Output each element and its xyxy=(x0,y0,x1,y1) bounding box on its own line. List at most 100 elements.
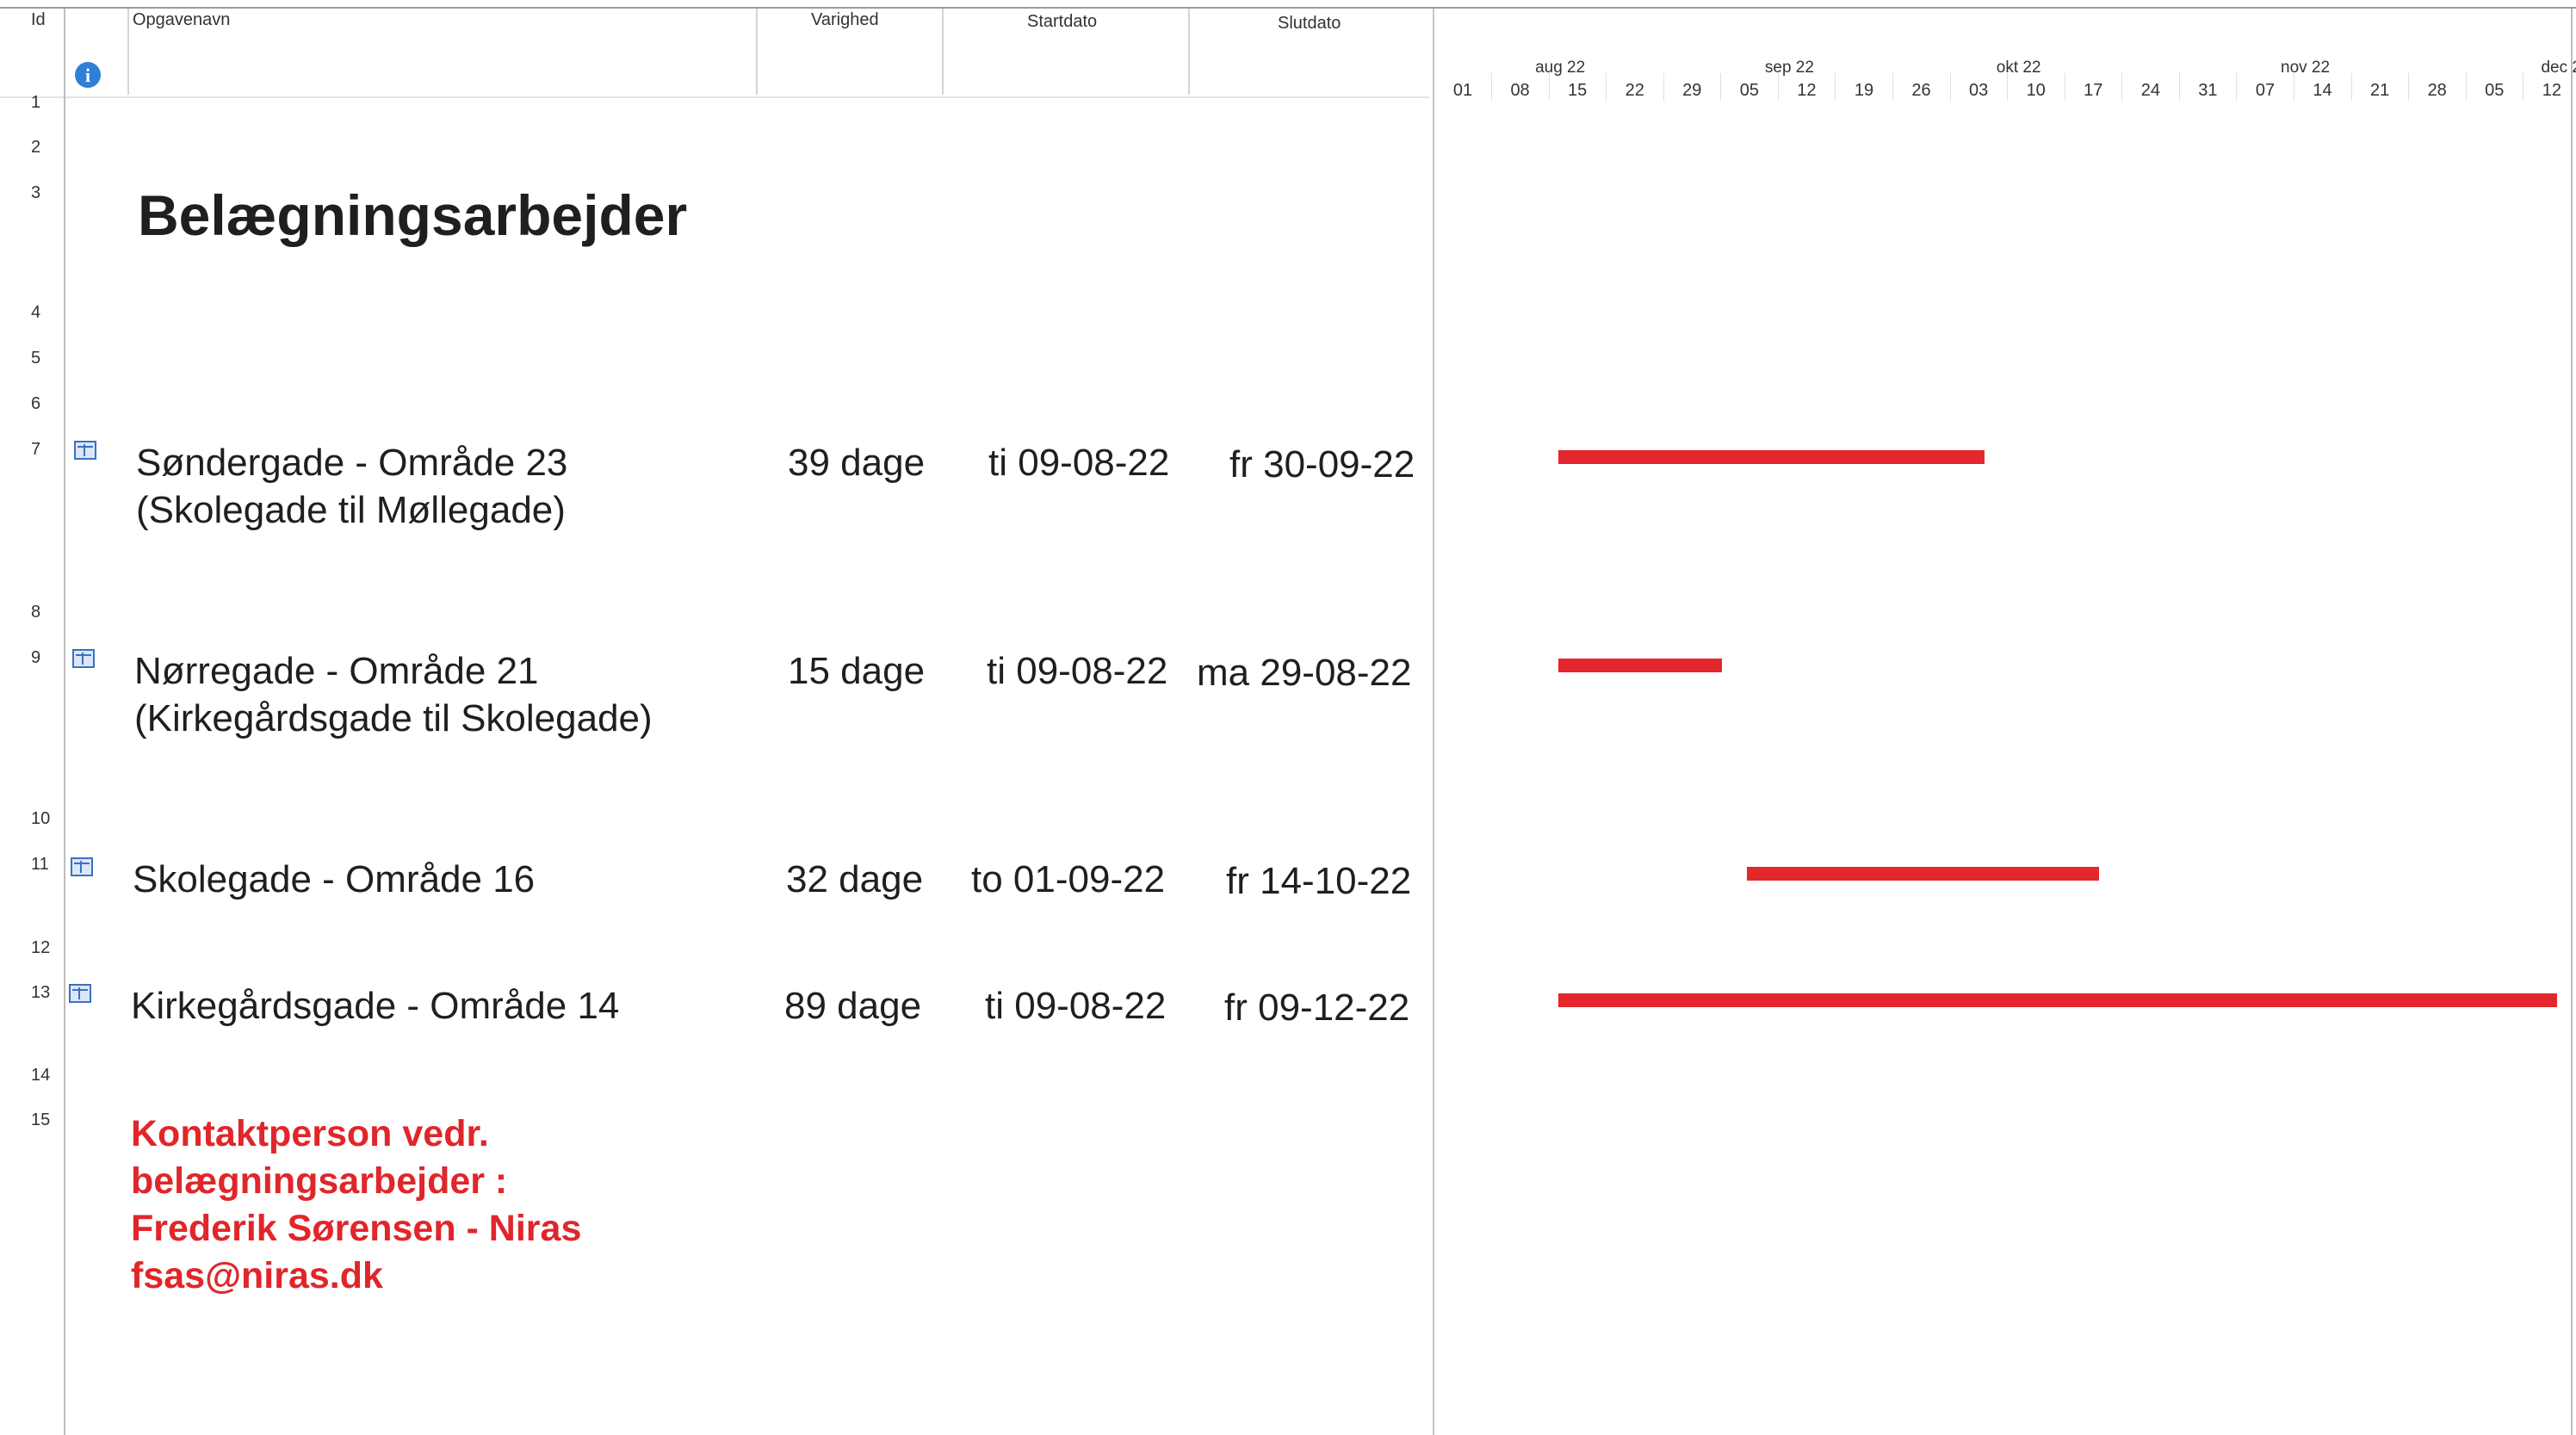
calendar-icon[interactable] xyxy=(74,441,96,460)
timeline-week-label: 12 xyxy=(1797,81,1817,100)
timeline-month-label: okt 22 xyxy=(1996,59,2041,77)
task-duration[interactable]: 32 dage xyxy=(786,858,923,901)
gantt-bar[interactable] xyxy=(1558,450,1985,464)
row-number[interactable]: 1 xyxy=(31,93,40,113)
timeline-tick xyxy=(2236,73,2238,101)
task-name-line1: Nørregade - Område 21 xyxy=(134,650,539,692)
row-number[interactable]: 2 xyxy=(31,138,40,158)
task-start-date[interactable]: ti 09-08-22 xyxy=(987,650,1167,693)
header-task-name[interactable]: Opgavenavn xyxy=(133,10,230,30)
row-number[interactable]: 9 xyxy=(31,648,40,668)
timeline-month-label: nov 22 xyxy=(2281,59,2331,77)
timeline-week-label: 12 xyxy=(2542,81,2561,100)
row-number[interactable]: 14 xyxy=(31,1066,50,1086)
column-divider-duration xyxy=(756,9,758,95)
task-start-date[interactable]: ti 09-08-22 xyxy=(985,985,1166,1028)
row-number[interactable]: 3 xyxy=(31,183,40,203)
calendar-icon[interactable] xyxy=(72,649,95,668)
task-name[interactable]: Skolegade - Område 16 xyxy=(133,856,535,903)
row-number[interactable]: 6 xyxy=(31,394,40,414)
gantt-bar[interactable] xyxy=(1558,659,1723,672)
gantt-bar[interactable] xyxy=(1746,867,2099,881)
column-divider-start xyxy=(942,9,944,95)
timeline-month-label: sep 22 xyxy=(1764,59,1814,77)
timeline-tick xyxy=(1663,73,1664,101)
contact-email[interactable]: fsas@niras.dk xyxy=(131,1253,581,1300)
header-start-date[interactable]: Startdato xyxy=(1027,12,1097,32)
row-number[interactable]: 15 xyxy=(31,1110,50,1130)
task-name-line1: Skolegade - Område 16 xyxy=(133,858,536,900)
timeline-tick xyxy=(1606,73,1607,101)
task-start-date[interactable]: ti 09-08-22 xyxy=(988,442,1169,485)
timeline-month-label: dec 22 xyxy=(2541,59,2576,77)
right-edge xyxy=(2571,9,2573,1435)
task-name-line2: (Skolegade til Møllegade) xyxy=(136,489,566,531)
timeline-week-label: 21 xyxy=(2369,81,2390,100)
timeline-week-label: 05 xyxy=(2485,81,2505,100)
timeline-week-label: 29 xyxy=(1682,81,1702,100)
timeline-tick xyxy=(1949,73,1951,101)
timeline-tick xyxy=(2408,73,2410,101)
timeline-week-label: 08 xyxy=(1510,81,1530,100)
timeline-tick xyxy=(2465,73,2467,101)
row-number[interactable]: 11 xyxy=(31,855,49,875)
timeline-week-label: 03 xyxy=(1969,81,1989,100)
contact-name: Frederik Sørensen - Niras xyxy=(131,1208,582,1249)
timeline-week-label: 22 xyxy=(1625,81,1644,100)
timeline-week-label: 28 xyxy=(2427,81,2447,100)
timeline-month-label: aug 22 xyxy=(1535,59,1586,77)
task-end-date[interactable]: fr 30-09-22 xyxy=(1229,443,1415,486)
page-title: Belægningsarbejder xyxy=(138,183,688,247)
task-end-date[interactable]: fr 14-10-22 xyxy=(1226,860,1411,903)
task-name[interactable]: Søndergade - Område 23 (Skolegade til Mø… xyxy=(136,439,567,534)
task-duration[interactable]: 89 dage xyxy=(784,985,921,1028)
contact-line: Kontaktperson vedr. xyxy=(131,1113,489,1154)
header-duration[interactable]: Varighed xyxy=(811,10,879,30)
info-icon[interactable]: i xyxy=(75,62,101,88)
timeline-week-label: 26 xyxy=(1911,81,1931,100)
task-duration[interactable]: 39 dage xyxy=(788,442,925,485)
timeline-tick xyxy=(1491,73,1492,101)
timeline-tick xyxy=(1892,73,1893,101)
task-end-date[interactable]: ma 29-08-22 xyxy=(1197,652,1411,695)
row-number[interactable]: 8 xyxy=(31,603,40,622)
row-number[interactable]: 7 xyxy=(31,440,40,460)
column-divider-id xyxy=(64,9,65,1435)
row-number[interactable]: 13 xyxy=(31,983,50,1003)
row-number[interactable]: 10 xyxy=(31,809,50,829)
task-start-date[interactable]: to 01-09-22 xyxy=(971,858,1165,901)
timeline-week-label: 10 xyxy=(2026,81,2046,100)
timeline-week-label: 19 xyxy=(1854,81,1874,100)
calendar-icon[interactable] xyxy=(71,857,93,876)
chart-divider xyxy=(1433,9,1434,1435)
row-number[interactable]: 4 xyxy=(31,303,40,323)
task-name-line2: (Kirkegårdsgade til Skolegade) xyxy=(134,697,653,739)
timeline-tick xyxy=(1720,73,1722,101)
timeline-tick xyxy=(1835,73,1836,101)
row-number[interactable]: 12 xyxy=(31,938,50,958)
task-name[interactable]: Kirkegårdsgade - Område 14 xyxy=(131,982,619,1030)
header-end-date[interactable]: Slutdato xyxy=(1278,14,1341,34)
column-divider-end xyxy=(1188,9,1190,95)
timeline-week-label: 24 xyxy=(2140,81,2160,100)
contact-note: Kontaktperson vedr. belægningsarbejder :… xyxy=(131,1110,581,1300)
timeline-tick xyxy=(2121,73,2123,101)
task-name[interactable]: Nørregade - Område 21 (Kirkegårdsgade ti… xyxy=(134,647,653,742)
timeline-week-label: 17 xyxy=(2084,81,2103,100)
timeline-tick xyxy=(2350,73,2352,101)
gantt-bar[interactable] xyxy=(1558,993,2558,1007)
timeline-week-label: 07 xyxy=(2255,81,2276,100)
top-border xyxy=(0,7,2576,9)
task-name-line1: Søndergade - Område 23 xyxy=(136,442,568,484)
row-number[interactable]: 5 xyxy=(31,349,40,368)
timeline-week-label: 14 xyxy=(2313,81,2332,100)
task-name-line1: Kirkegårdsgade - Område 14 xyxy=(131,985,620,1027)
timeline-week-label: 05 xyxy=(1739,81,1759,100)
task-end-date[interactable]: fr 09-12-22 xyxy=(1224,987,1409,1030)
task-duration[interactable]: 15 dage xyxy=(788,650,925,693)
timeline-tick xyxy=(2178,73,2180,101)
calendar-icon[interactable] xyxy=(69,984,91,1003)
header-id[interactable]: Id xyxy=(31,10,46,30)
timeline-week-label: 31 xyxy=(2198,81,2218,100)
timeline-week-label: 01 xyxy=(1452,81,1473,100)
